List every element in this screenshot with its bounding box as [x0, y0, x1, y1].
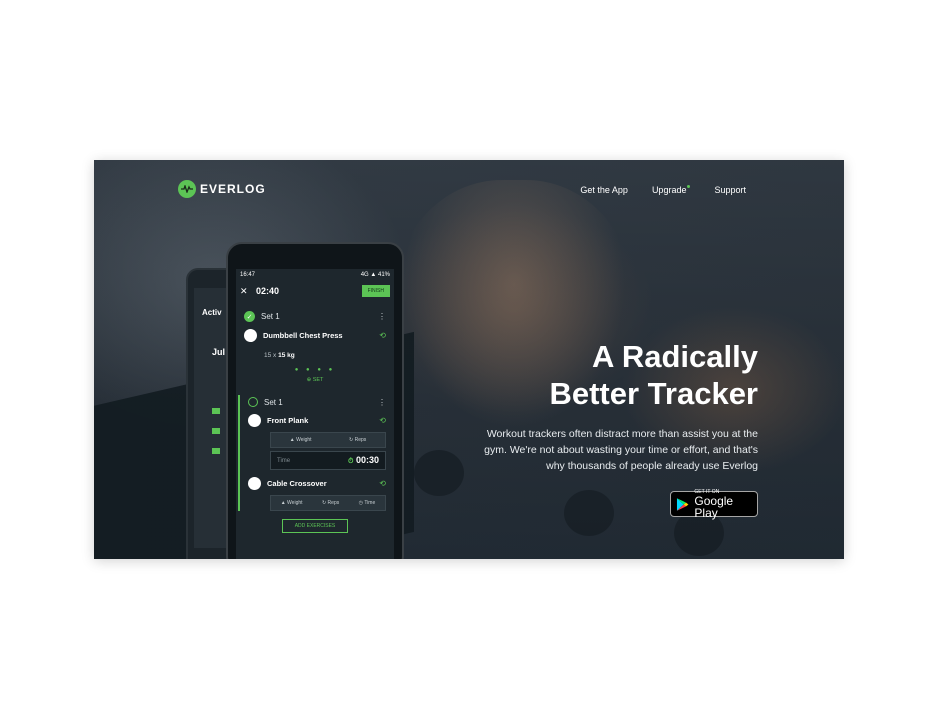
- exercise-row[interactable]: Front Plank ⟲: [240, 412, 394, 429]
- more-vertical-icon[interactable]: ⋮: [378, 312, 386, 321]
- history-icon[interactable]: ⟲: [379, 416, 386, 425]
- metric-selector: ▲ Weight ↻ Reps ◷ Time: [270, 495, 386, 511]
- history-icon[interactable]: ⟲: [379, 331, 386, 340]
- nav-get-app[interactable]: Get the App: [580, 185, 628, 195]
- time-input[interactable]: Time ⏱ 00:30: [270, 451, 386, 470]
- more-vertical-icon[interactable]: ⋮: [378, 398, 386, 407]
- nav-upgrade[interactable]: Upgrade: [652, 185, 691, 195]
- circle-icon[interactable]: [248, 397, 258, 407]
- add-set-button[interactable]: ⊕ SET: [236, 373, 394, 389]
- exercise-thumbnail: [248, 477, 261, 490]
- weight-option[interactable]: ▲ Weight: [281, 500, 303, 506]
- exercise-row[interactable]: Cable Crossover ⟲: [240, 475, 394, 492]
- check-icon[interactable]: ✓: [244, 311, 255, 322]
- phone-mockup: 16:47 4G ▲ 41% ✕ 02:40 FINISH ✓ Set 1 ⋮ …: [226, 242, 404, 559]
- top-nav: Get the App Upgrade Support: [580, 185, 746, 195]
- weight-option[interactable]: ▲ Weight: [290, 437, 312, 443]
- superset-block: Set 1 ⋮ Front Plank ⟲ ▲ Weight ↻ Reps Ti…: [238, 395, 394, 511]
- set-detail: 15 x 15 kg: [264, 352, 295, 359]
- stopwatch-icon: ⏱: [347, 458, 354, 465]
- nav-support[interactable]: Support: [714, 185, 746, 195]
- add-exercises-button[interactable]: ADD EXERCISES: [282, 519, 348, 533]
- reps-option[interactable]: ↻ Reps: [349, 437, 366, 443]
- play-store-icon: [676, 497, 689, 511]
- phone-screen: 16:47 4G ▲ 41% ✕ 02:40 FINISH ✓ Set 1 ⋮ …: [236, 269, 394, 559]
- exercise-thumbnail: [244, 329, 257, 342]
- history-icon[interactable]: ⟲: [379, 479, 386, 488]
- set-header: ✓ Set 1 ⋮: [236, 309, 394, 324]
- metric-selector: ▲ Weight ↻ Reps: [270, 432, 386, 448]
- exercise-row[interactable]: Dumbbell Chest Press ⟲: [236, 327, 394, 344]
- brand-name: EVERLOG: [200, 182, 266, 196]
- pager-dots: ● ● ● ●: [294, 367, 336, 373]
- workout-toolbar: ✕ 02:40 FINISH: [236, 281, 394, 301]
- brand-logo[interactable]: EVERLOG: [178, 180, 266, 198]
- badge-dot-icon: [687, 185, 691, 188]
- close-icon[interactable]: ✕: [240, 286, 256, 297]
- hero-section: EVERLOG Get the App Upgrade Support A Ra…: [94, 160, 844, 559]
- status-bar: 16:47 4G ▲ 41%: [240, 272, 390, 278]
- finish-button[interactable]: FINISH: [361, 285, 390, 297]
- google-play-button[interactable]: GET IT ON Google Play: [670, 489, 758, 519]
- pulse-icon: [178, 180, 196, 198]
- hero-description: Workout trackers often distract more tha…: [484, 428, 758, 472]
- hero-headline: A Radically Better Tracker: [549, 339, 758, 411]
- set-header: Set 1 ⋮: [240, 395, 394, 409]
- workout-timer: 02:40: [256, 286, 280, 296]
- exercise-thumbnail: [248, 414, 261, 427]
- time-option[interactable]: ◷ Time: [359, 500, 376, 506]
- reps-option[interactable]: ↻ Reps: [322, 500, 339, 506]
